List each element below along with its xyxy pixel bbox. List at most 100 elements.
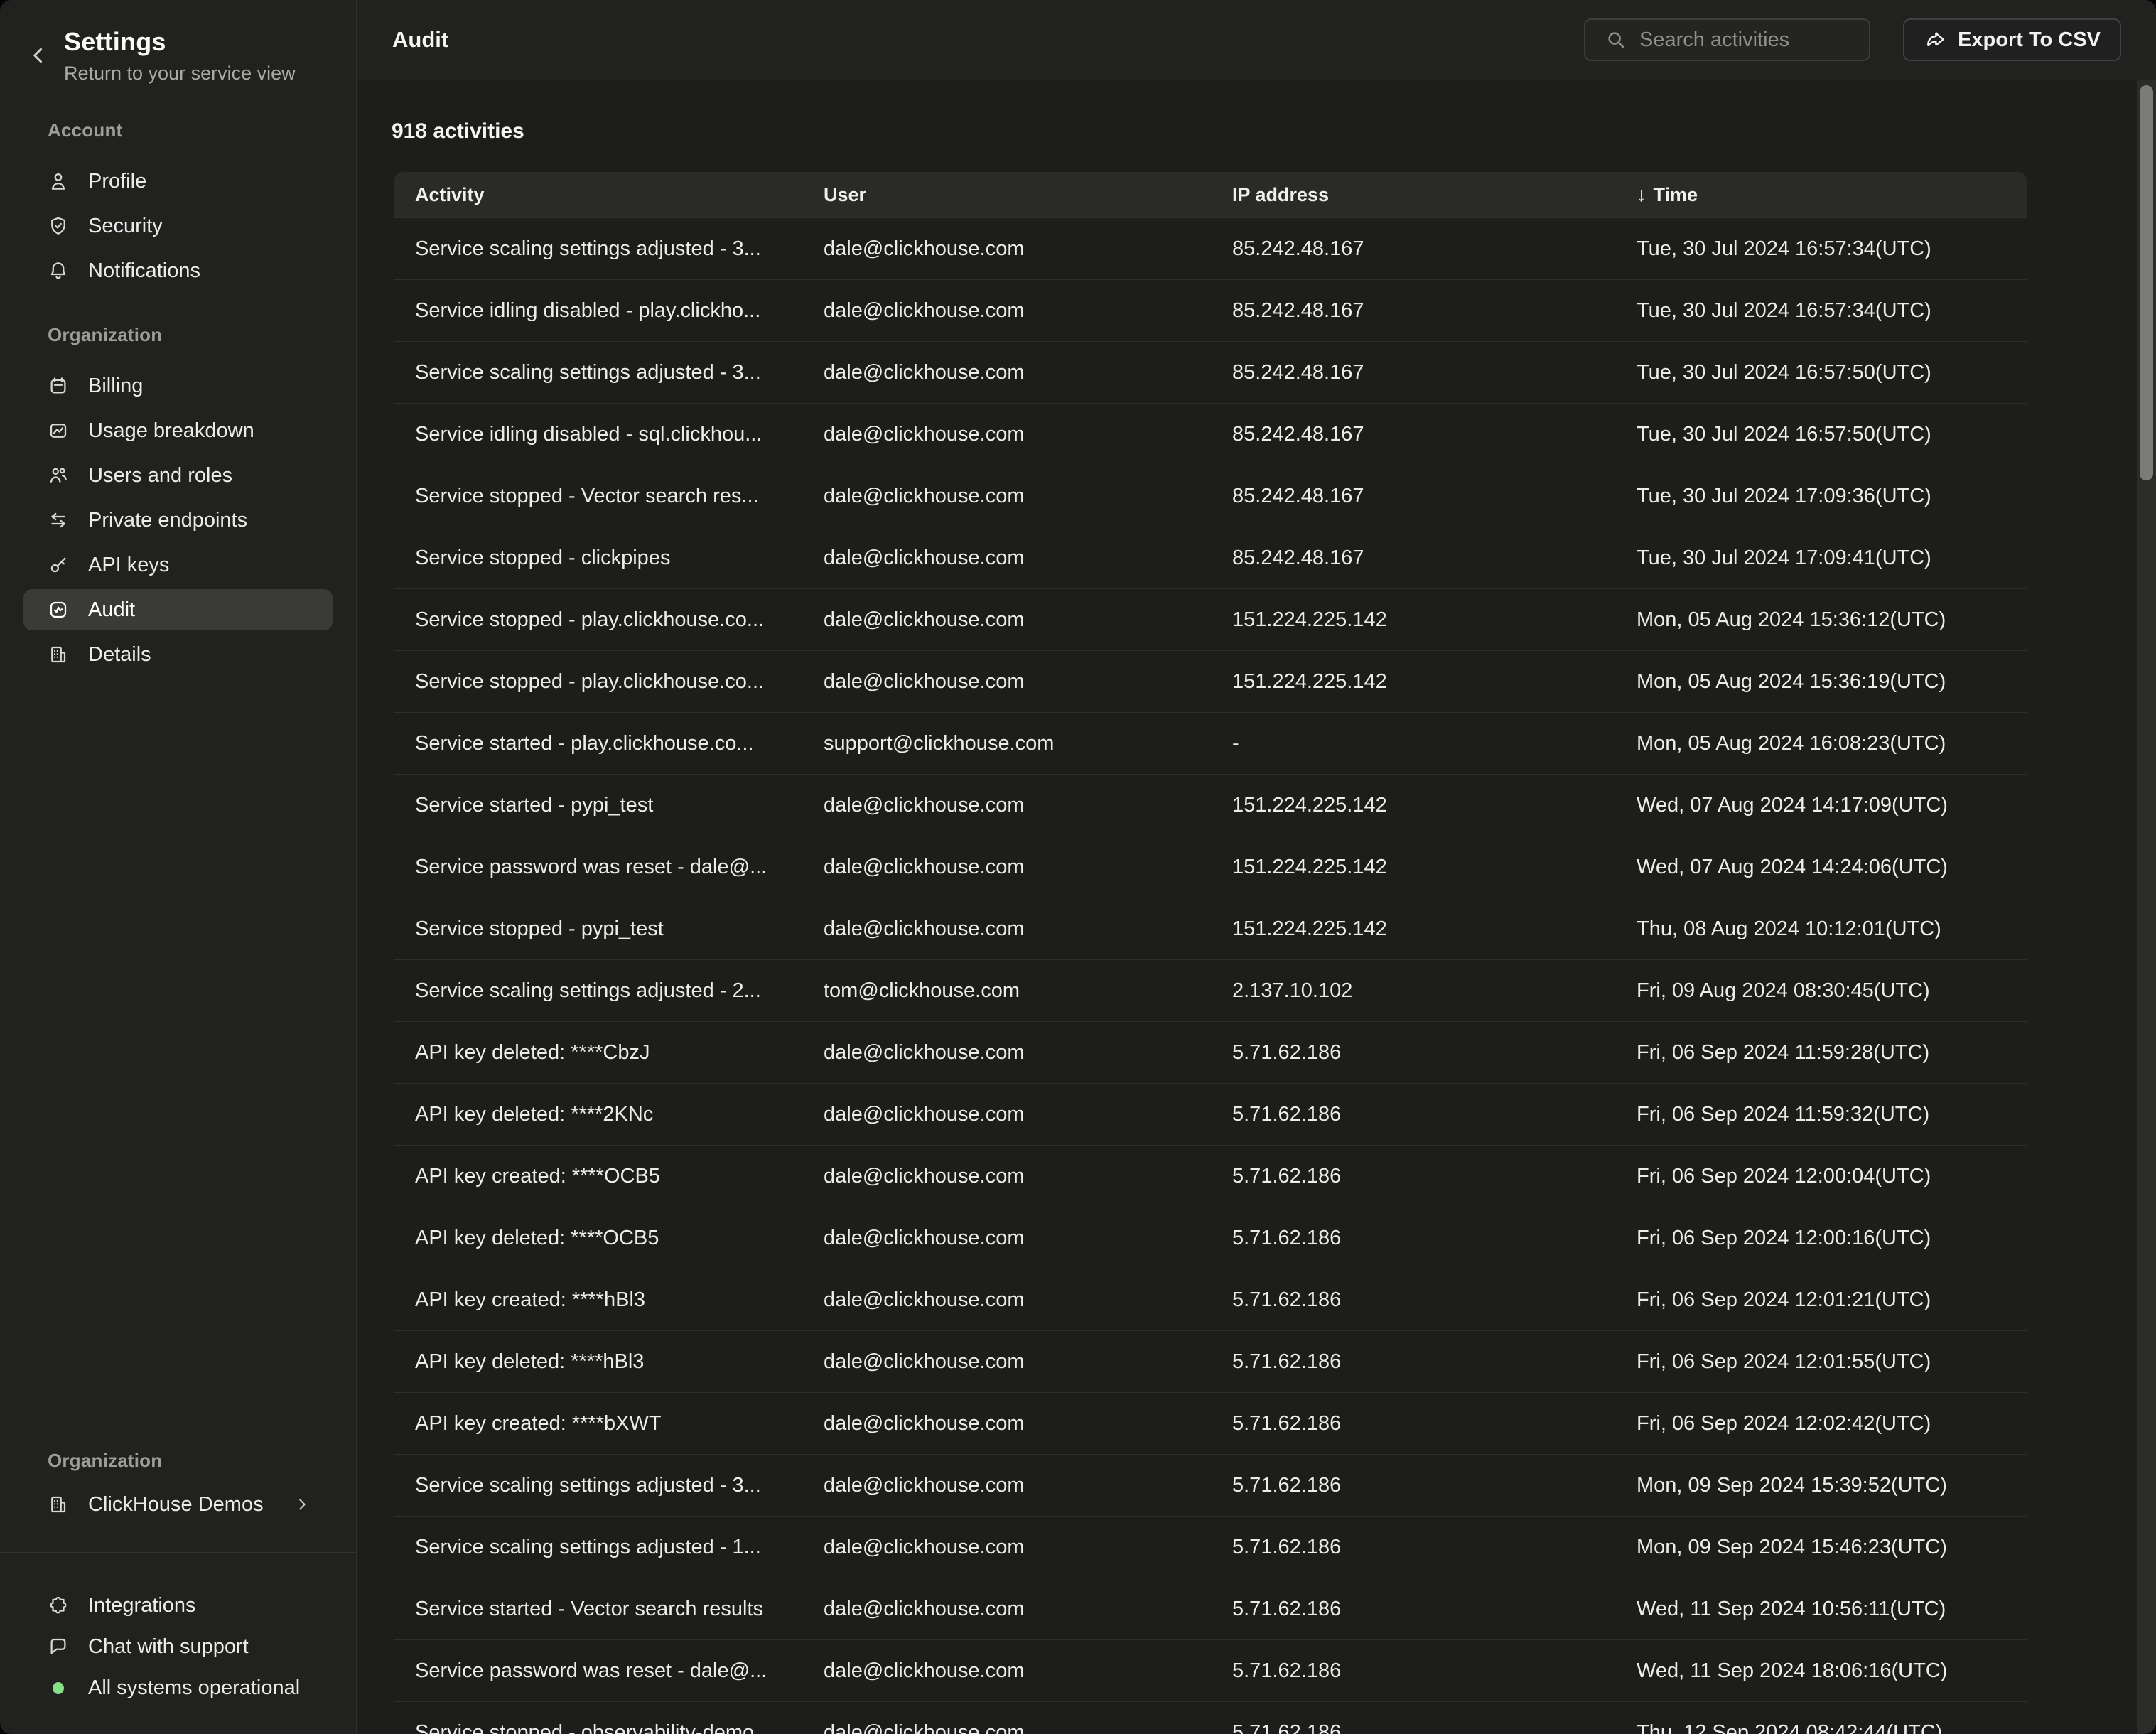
table-row[interactable]: Service stopped - play.clickhouse.co... … [394,589,2027,651]
table-row[interactable]: Service scaling settings adjusted - 3...… [394,342,2027,404]
cell-user: support@clickhouse.com [803,732,1212,755]
search-activities-input[interactable] [1638,28,1840,53]
table-row[interactable]: API key deleted: ****CbzJ dale@clickhous… [394,1022,2027,1084]
cell-time: Thu, 08 Aug 2024 10:12:01(UTC) [1616,917,2027,941]
cell-time: Tue, 30 Jul 2024 17:09:41(UTC) [1616,546,2027,570]
sidebar-item-label: Users and roles [88,464,232,488]
organization-switcher: ClickHouse Demos [23,1484,333,1529]
system-status-label: All systems operational [88,1676,300,1700]
cell-activity: Service password was reset - dale@... [394,1659,803,1683]
vertical-scrollbar-thumb[interactable] [2140,85,2153,480]
sidebar-item-label: Usage breakdown [88,419,254,443]
table-row[interactable]: Service scaling settings adjusted - 3...… [394,218,2027,280]
cell-ip-address: 5.71.62.186 [1212,1536,1616,1559]
sidebar-item-private-endpoints[interactable]: Private endpoints [23,500,333,541]
sidebar-item-security[interactable]: Security [23,205,333,247]
billing-icon [48,375,69,397]
column-header-user[interactable]: User [803,184,1212,206]
cell-time: Mon, 09 Sep 2024 15:39:52(UTC) [1616,1474,2027,1497]
table-row[interactable]: Service idling disabled - sql.clickhou..… [394,404,2027,465]
integrations-label: Integrations [88,1594,196,1617]
cell-user: dale@clickhouse.com [803,856,1212,879]
table-row[interactable]: Service idling disabled - play.clickho..… [394,280,2027,342]
sidebar-item-profile[interactable]: Profile [23,161,333,202]
back-button[interactable] [28,43,54,68]
cell-activity: API key deleted: ****CbzJ [394,1041,803,1065]
vertical-scrollbar-track[interactable] [2137,80,2156,1734]
table-row[interactable]: Service started - Vector search results … [394,1578,2027,1640]
cell-activity: Service scaling settings adjusted - 2... [394,979,803,1003]
system-status-link[interactable]: All systems operational [23,1668,333,1708]
sidebar-item-users-and-roles[interactable]: Users and roles [23,455,333,496]
table-row[interactable]: Service stopped - observability-demo dal… [394,1702,2027,1734]
column-header-time[interactable]: ↓ Time [1616,184,2027,206]
table-row[interactable]: API key deleted: ****hBl3 dale@clickhous… [394,1331,2027,1393]
cell-ip-address: 151.224.225.142 [1212,856,1616,879]
audit-table: Activity User IP address ↓ Time Service … [394,172,2027,1734]
table-row[interactable]: Service stopped - pypi_test dale@clickho… [394,898,2027,960]
cell-activity: Service stopped - play.clickhouse.co... [394,608,803,632]
table-row[interactable]: API key created: ****OCB5 dale@clickhous… [394,1146,2027,1207]
cell-time: Fri, 06 Sep 2024 12:00:16(UTC) [1616,1227,2027,1250]
return-to-service-link[interactable]: Return to your service view [64,63,296,85]
table-row[interactable]: API key deleted: ****OCB5 dale@clickhous… [394,1207,2027,1269]
organization-section-label: Organization [48,324,162,346]
organization-nav: Billing Usage breakdown Users and roles … [23,365,333,679]
table-row[interactable]: API key created: ****hBl3 dale@clickhous… [394,1269,2027,1331]
cell-ip-address: 5.71.62.186 [1212,1227,1616,1250]
column-header-ip-address[interactable]: IP address [1212,184,1616,206]
puzzle-icon [48,1595,69,1616]
table-row[interactable]: Service password was reset - dale@... da… [394,1640,2027,1702]
cell-time: Mon, 09 Sep 2024 15:46:23(UTC) [1616,1536,2027,1559]
table-row[interactable]: Service scaling settings adjusted - 1...… [394,1517,2027,1578]
user-icon [48,171,69,192]
cell-ip-address: 2.137.10.102 [1212,979,1616,1003]
column-header-activity[interactable]: Activity [394,184,803,206]
audit-activity-icon [48,599,69,620]
sidebar-item-billing[interactable]: Billing [23,365,333,406]
cell-activity: Service started - pypi_test [394,794,803,817]
table-row[interactable]: Service started - play.clickhouse.co... … [394,713,2027,775]
table-row[interactable]: Service stopped - play.clickhouse.co... … [394,651,2027,713]
table-row[interactable]: Service stopped - Vector search res... d… [394,465,2027,527]
chat-with-support-link[interactable]: Chat with support [23,1627,333,1666]
cell-ip-address: 85.242.48.167 [1212,546,1616,570]
table-row[interactable]: Service started - pypi_test dale@clickho… [394,775,2027,836]
sidebar-item-notifications[interactable]: Notifications [23,250,333,291]
cell-user: dale@clickhouse.com [803,485,1212,508]
sidebar-item-usage-breakdown[interactable]: Usage breakdown [23,410,333,451]
sidebar-item-details[interactable]: Details [23,634,333,675]
organization-name: ClickHouse Demos [88,1493,264,1517]
table-row[interactable]: Service password was reset - dale@... da… [394,836,2027,898]
organization-menu-item[interactable]: ClickHouse Demos [23,1484,333,1525]
cell-ip-address: 85.242.48.167 [1212,423,1616,446]
cell-user: dale@clickhouse.com [803,299,1212,323]
cell-time: Fri, 06 Sep 2024 11:59:28(UTC) [1616,1041,2027,1065]
table-row[interactable]: API key created: ****bXWT dale@clickhous… [394,1393,2027,1455]
sidebar-item-api-keys[interactable]: API keys [23,544,333,586]
cell-ip-address: 5.71.62.186 [1212,1350,1616,1374]
cell-activity: Service stopped - clickpipes [394,546,803,570]
sidebar-item-label: Security [88,215,163,238]
cell-ip-address: 151.224.225.142 [1212,670,1616,694]
main-content: Audit Export To CSV 918 activities Activ… [357,0,2156,1734]
cell-user: dale@clickhouse.com [803,1536,1212,1559]
table-row[interactable]: Service stopped - clickpipes dale@clickh… [394,527,2027,589]
export-to-csv-button[interactable]: Export To CSV [1903,18,2121,61]
audit-table-body: Service scaling settings adjusted - 3...… [394,218,2027,1734]
sort-descending-icon: ↓ [1637,184,1646,206]
sidebar-title: Settings [64,27,166,57]
table-row[interactable]: Service scaling settings adjusted - 2...… [394,960,2027,1022]
chat-with-support-label: Chat with support [88,1635,249,1659]
sidebar-item-label: Billing [88,375,143,398]
table-row[interactable]: Service scaling settings adjusted - 3...… [394,1455,2027,1517]
green-status-dot [53,1682,64,1694]
settings-sidebar: Settings Return to your service view Acc… [0,0,357,1734]
chart-icon [48,420,69,441]
cell-time: Wed, 11 Sep 2024 10:56:11(UTC) [1616,1598,2027,1621]
sidebar-item-audit[interactable]: Audit [23,589,333,630]
integrations-link[interactable]: Integrations [23,1585,333,1625]
cell-ip-address: 5.71.62.186 [1212,1165,1616,1188]
table-row[interactable]: API key deleted: ****2KNc dale@clickhous… [394,1084,2027,1146]
cell-activity: Service stopped - observability-demo [394,1721,803,1734]
